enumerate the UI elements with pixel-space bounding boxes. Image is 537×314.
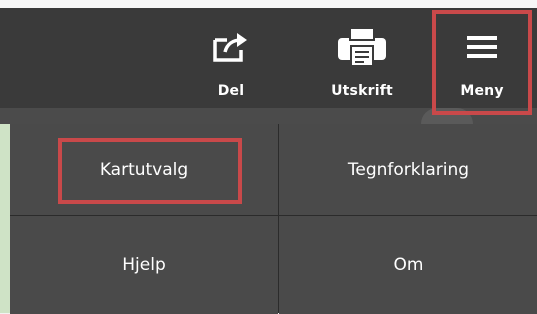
share-icon (211, 25, 251, 69)
map-shape (421, 108, 473, 124)
printer-icon (336, 25, 388, 69)
top-toolbar: Del Utskrift Meny (0, 0, 537, 108)
menu-button[interactable]: Meny (432, 8, 532, 108)
menu-dropdown: Kartutvalg Tegnforklaring Hjelp Om (10, 124, 537, 314)
hamburger-icon (465, 25, 499, 69)
menu-label: Meny (460, 83, 504, 99)
print-button[interactable]: Utskrift (316, 8, 408, 108)
menu-item-om[interactable]: Om (279, 216, 537, 314)
share-button[interactable]: Del (196, 8, 266, 108)
menu-item-hjelp[interactable]: Hjelp (10, 216, 278, 314)
print-label: Utskrift (331, 83, 393, 99)
map-edge (0, 100, 10, 313)
share-label: Del (217, 83, 245, 99)
menu-item-kartutvalg[interactable]: Kartutvalg (10, 124, 278, 215)
menu-item-tegnforklaring[interactable]: Tegnforklaring (279, 124, 537, 215)
